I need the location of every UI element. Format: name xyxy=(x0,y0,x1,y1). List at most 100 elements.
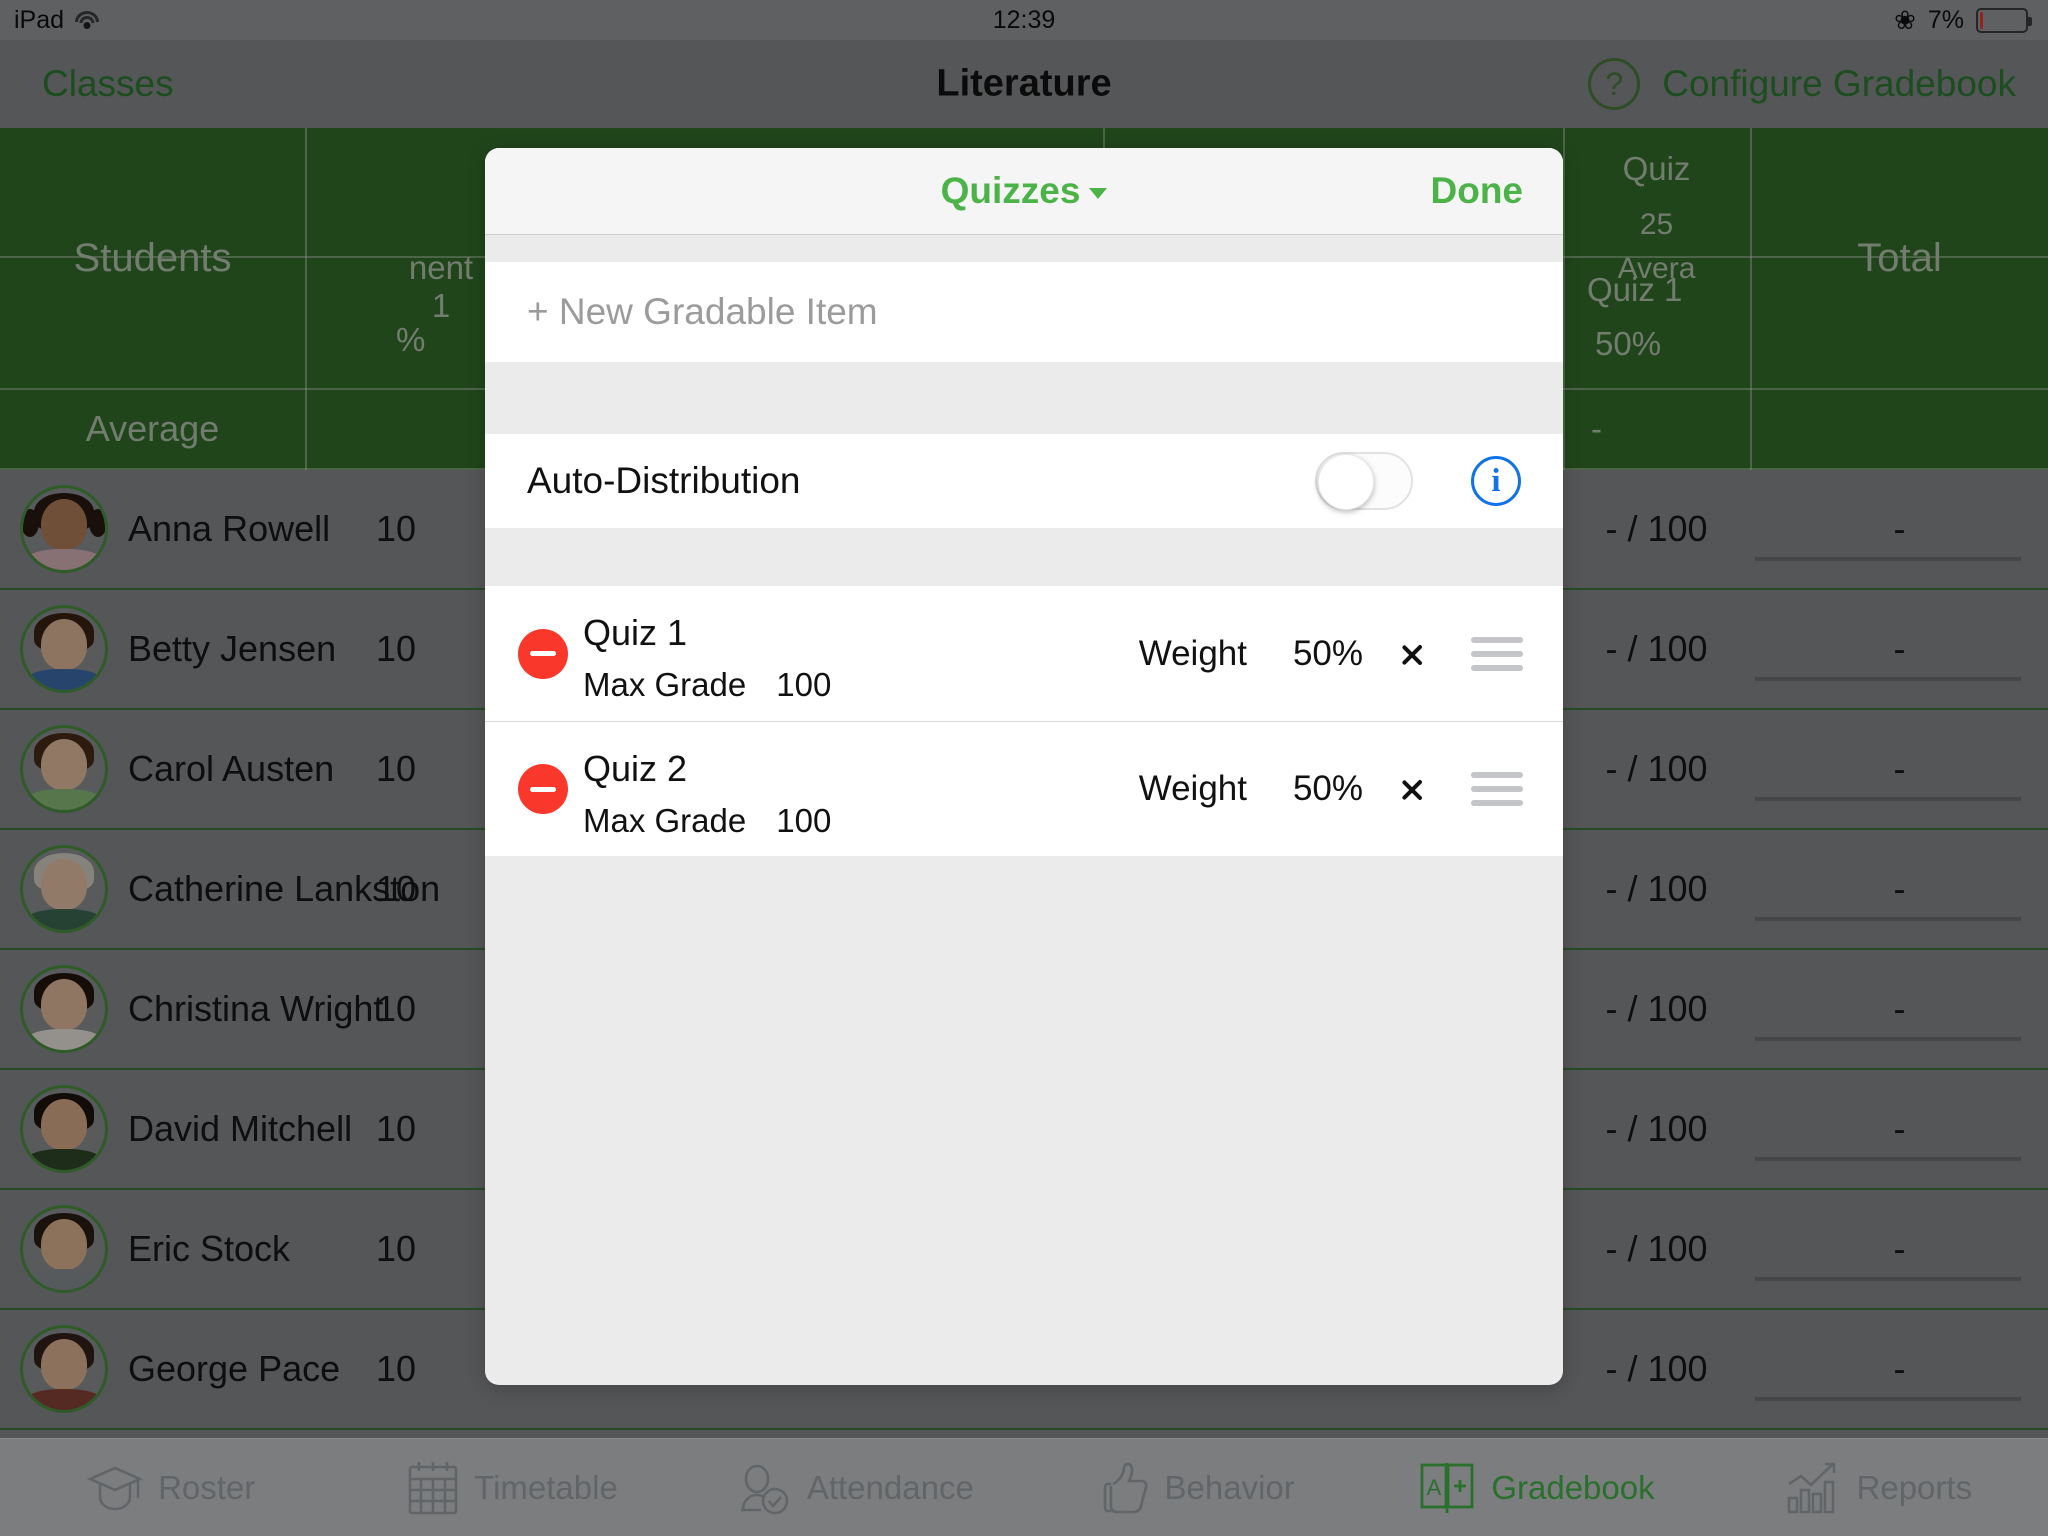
cell-quiz1[interactable]: - / 100 xyxy=(1563,868,1750,910)
tab-bar: Roster Timetable Attendance Behavior A G… xyxy=(0,1438,2048,1536)
info-circle-icon[interactable]: i xyxy=(1471,456,1521,506)
tab-label: Gradebook xyxy=(1491,1468,1655,1506)
students-column-header: Students xyxy=(73,235,232,280)
weight-label: Weight xyxy=(1138,633,1247,673)
cell-average[interactable]: 10 xyxy=(306,868,486,910)
list-item[interactable]: Quiz 2 Max Grade 100 Weight 50% xyxy=(485,721,1563,856)
cell-total[interactable]: - xyxy=(1751,628,2048,670)
column-header-assignment-title: nent 1 xyxy=(408,249,474,324)
tab-reports[interactable]: Reports xyxy=(1707,1460,2048,1516)
question-mark-icon[interactable]: ? xyxy=(1588,58,1641,110)
tab-label: Attendance xyxy=(806,1468,974,1506)
tab-gradebook[interactable]: A Gradebook xyxy=(1365,1459,1706,1517)
tab-timetable[interactable]: Timetable xyxy=(341,1459,682,1517)
max-grade-value: 100 xyxy=(776,666,832,703)
cell-quiz1[interactable]: - / 100 xyxy=(1563,1108,1750,1150)
modal-spacer xyxy=(485,528,1563,586)
student-name: Betty Jensen xyxy=(128,628,337,669)
total-underline xyxy=(1755,677,2021,681)
cell-total[interactable]: - xyxy=(1751,508,2048,550)
cell-quiz1[interactable]: - / 100 xyxy=(1563,748,1750,790)
average-row-header: Average xyxy=(85,408,220,449)
student-name: Eric Stock xyxy=(128,1228,291,1269)
item-max-grade[interactable]: Max Grade 100 xyxy=(583,802,831,840)
cell-average[interactable]: 10 xyxy=(306,1228,486,1270)
avatar xyxy=(20,605,108,693)
cell-average[interactable]: 10 xyxy=(306,628,486,670)
tab-attendance[interactable]: Attendance xyxy=(683,1460,1024,1516)
list-item[interactable]: Quiz 1 Max Grade 100 Weight 50% xyxy=(485,586,1563,721)
weight-value[interactable]: 50% xyxy=(1293,769,1363,809)
max-grade-value: 100 xyxy=(776,802,832,839)
tab-behavior[interactable]: Behavior xyxy=(1024,1460,1365,1516)
column-header-quiz-weight: 25 xyxy=(1639,208,1674,241)
status-bar-right: ❀ 7% xyxy=(1894,6,2032,35)
modal-spacer xyxy=(485,235,1563,262)
modal-header: Quizzes Done xyxy=(485,148,1563,235)
item-name: Quiz 2 xyxy=(583,748,688,789)
cell-total[interactable]: - xyxy=(1751,1348,2048,1390)
gradable-items-list: Quiz 1 Max Grade 100 Weight 50% Quiz 2 Ma… xyxy=(485,586,1563,856)
auto-distribution-toggle[interactable] xyxy=(1315,452,1413,510)
navigation-bar: Classes Literature ? Configure Gradebook xyxy=(0,40,2048,128)
avatar xyxy=(20,965,108,1053)
done-button[interactable]: Done xyxy=(1431,170,1524,212)
chevron-right-icon[interactable] xyxy=(1401,770,1423,808)
cell-average[interactable]: 10 xyxy=(306,748,486,790)
avatar xyxy=(20,845,108,933)
auto-distribution-label: Auto-Distribution xyxy=(527,460,801,501)
total-underline xyxy=(1755,557,2021,561)
new-gradable-item-button[interactable]: + New Gradable Item xyxy=(485,262,1563,362)
cell-total[interactable]: - xyxy=(1751,1228,2048,1270)
cell-quiz1[interactable]: - / 100 xyxy=(1563,1348,1750,1390)
minus-circle-icon[interactable] xyxy=(518,764,568,814)
table-row[interactable]: Gina Jackson 10 - / 100 - xyxy=(0,1430,2048,1438)
new-gradable-item-label: + New Gradable Item xyxy=(527,291,878,332)
configure-gradebook-button[interactable]: Configure Gradebook xyxy=(1662,63,2016,105)
graduation-cap-icon xyxy=(86,1462,144,1514)
minus-circle-icon[interactable] xyxy=(518,628,568,679)
max-grade-label: Max Grade xyxy=(583,666,747,703)
total-underline xyxy=(1755,1277,2021,1281)
quizzes-modal: Quizzes Done + New Gradable Item Auto-Di… xyxy=(485,148,1563,1385)
cell-quiz1[interactable]: - / 100 xyxy=(1563,628,1750,670)
cell-quiz1[interactable]: - / 100 xyxy=(1563,508,1750,550)
tab-roster[interactable]: Roster xyxy=(0,1462,341,1514)
weight-label: Weight xyxy=(1138,769,1247,808)
tab-label: Reports xyxy=(1856,1468,1973,1506)
new-gradable-item-section: + New Gradable Item xyxy=(485,262,1563,362)
avatar xyxy=(20,1325,108,1413)
clock: 12:39 xyxy=(992,5,1056,34)
total-underline xyxy=(1755,1037,2021,1041)
cell-average[interactable]: 10 xyxy=(306,1348,486,1390)
cell-quiz1[interactable]: - / 100 xyxy=(1563,1228,1750,1270)
total-underline xyxy=(1755,1397,2021,1401)
total-underline xyxy=(1755,917,2021,921)
book-a-plus-icon: A xyxy=(1417,1459,1477,1517)
cell-total[interactable]: - xyxy=(1751,988,2048,1030)
cell-average[interactable]: 10 xyxy=(306,1108,486,1150)
max-grade-label: Max Grade xyxy=(583,802,747,839)
modal-spacer xyxy=(485,362,1563,434)
chevron-down-icon[interactable] xyxy=(1089,187,1108,199)
modal-title-dropdown[interactable]: Quizzes xyxy=(485,170,1563,212)
cell-total[interactable]: - xyxy=(1751,868,2048,910)
person-check-icon xyxy=(733,1460,793,1516)
tab-label: Roster xyxy=(158,1468,256,1506)
chevron-right-icon[interactable] xyxy=(1401,635,1423,673)
weight-value[interactable]: 50% xyxy=(1293,634,1363,674)
avatar xyxy=(20,1205,108,1293)
avatar xyxy=(20,485,108,573)
cell-total[interactable]: - xyxy=(1751,1108,2048,1150)
avatar xyxy=(20,725,108,813)
item-max-grade[interactable]: Max Grade 100 xyxy=(583,666,831,704)
battery-icon xyxy=(1976,7,2032,33)
drag-handle-icon[interactable] xyxy=(1471,772,1523,806)
cell-total[interactable]: - xyxy=(1751,748,2048,790)
drag-handle-icon[interactable] xyxy=(1471,636,1523,671)
bar-chart-icon xyxy=(1783,1460,1843,1516)
column-header-assignment-weight: % xyxy=(396,321,426,358)
cell-average[interactable]: 10 xyxy=(306,988,486,1030)
cell-quiz1[interactable]: - / 100 xyxy=(1563,988,1750,1030)
cell-average[interactable]: 10 xyxy=(306,508,486,550)
